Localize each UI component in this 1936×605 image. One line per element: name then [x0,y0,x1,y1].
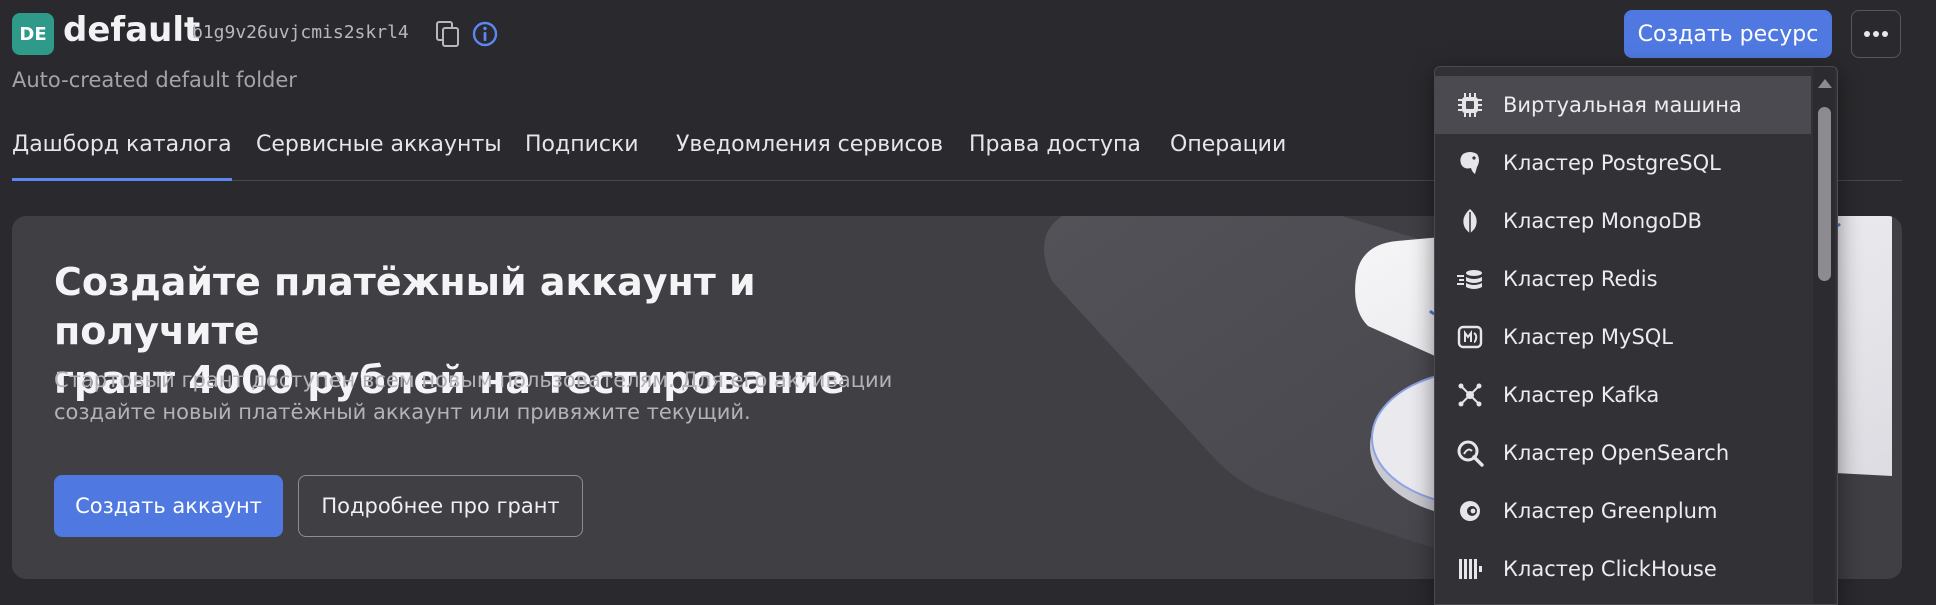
kafka-icon [1458,383,1482,407]
scroll-up-arrow-icon[interactable] [1818,79,1832,88]
scrollbar-thumb[interactable] [1818,107,1831,281]
tab-operations[interactable]: Операции [1170,124,1286,180]
banner-text-line2: создайте новый платёжный аккаунт или при… [54,400,751,424]
menu-item-label: Кластер OpenSearch [1503,441,1730,465]
folder-title: default [63,10,201,50]
postgresql-icon [1460,152,1479,174]
tab-service-notifications[interactable]: Уведомления сервисов [676,124,943,180]
create-resource-button[interactable]: Создать ресурс [1624,10,1832,58]
menu-item-greenplum[interactable]: Кластер Greenplum [1435,482,1811,540]
menu-item-label: Кластер MySQL [1503,325,1674,349]
mysql-icon [1457,325,1483,349]
banner-text-line1: Стартовый грант доступен всем новым поль… [54,368,893,392]
create-resource-dropdown: Виртуальная машина Кластер PostgreSQL Кл… [1434,66,1838,605]
banner-text: Стартовый грант доступен всем новым поль… [54,364,954,428]
menu-item-virtual-machine[interactable]: Виртуальная машина [1435,76,1811,134]
menu-item-label: Кластер PostgreSQL [1503,151,1721,175]
menu-item-label: Кластер Greenplum [1503,499,1718,523]
greenplum-icon [1460,501,1480,521]
menu-item-label: Кластер Kafka [1503,383,1660,407]
banner-title-line1: Создайте платёжный аккаунт и получите [54,260,756,353]
tab-subscriptions[interactable]: Подписки [525,124,639,180]
copy-icon[interactable] [435,20,461,48]
menu-item-label: Виртуальная машина [1503,93,1742,117]
menu-item-kafka[interactable]: Кластер Kafka [1435,366,1811,424]
menu-item-opensearch[interactable]: Кластер OpenSearch [1435,424,1811,482]
tab-service-accounts[interactable]: Сервисные аккаунты [256,124,502,180]
tab-access-rights[interactable]: Права доступа [969,124,1141,180]
menu-item-postgresql[interactable]: Кластер PostgreSQL [1435,134,1811,192]
menu-item-mongodb[interactable]: Кластер MongoDB [1435,192,1811,250]
chip-icon [1458,93,1482,117]
clickhouse-icon [1459,559,1482,579]
opensearch-icon [1457,440,1484,467]
mongodb-leaf-icon [1463,209,1477,233]
ellipsis-icon [1864,31,1888,37]
more-about-grant-button[interactable]: Подробнее про грант [298,475,583,537]
menu-item-redis[interactable]: Кластер Redis [1435,250,1811,308]
folder-avatar: DE [12,13,54,55]
menu-item-clickhouse[interactable]: Кластер ClickHouse [1435,540,1811,598]
redis-icon [1457,270,1482,289]
menu-item-label: Кластер ClickHouse [1503,557,1717,581]
menu-item-label: Кластер Redis [1503,267,1658,291]
menu-item-mysql[interactable]: Кластер MySQL [1435,308,1811,366]
info-icon[interactable] [471,20,499,48]
tab-dashboard[interactable]: Дашборд каталога [12,124,232,181]
create-account-button[interactable]: Создать аккаунт [54,475,283,537]
folder-id: b1g9v26uvjcmis2skrl4 [192,22,409,43]
folder-description: Auto-created default folder [12,68,297,92]
more-actions-button[interactable] [1851,10,1901,58]
menu-item-label: Кластер MongoDB [1503,209,1702,233]
